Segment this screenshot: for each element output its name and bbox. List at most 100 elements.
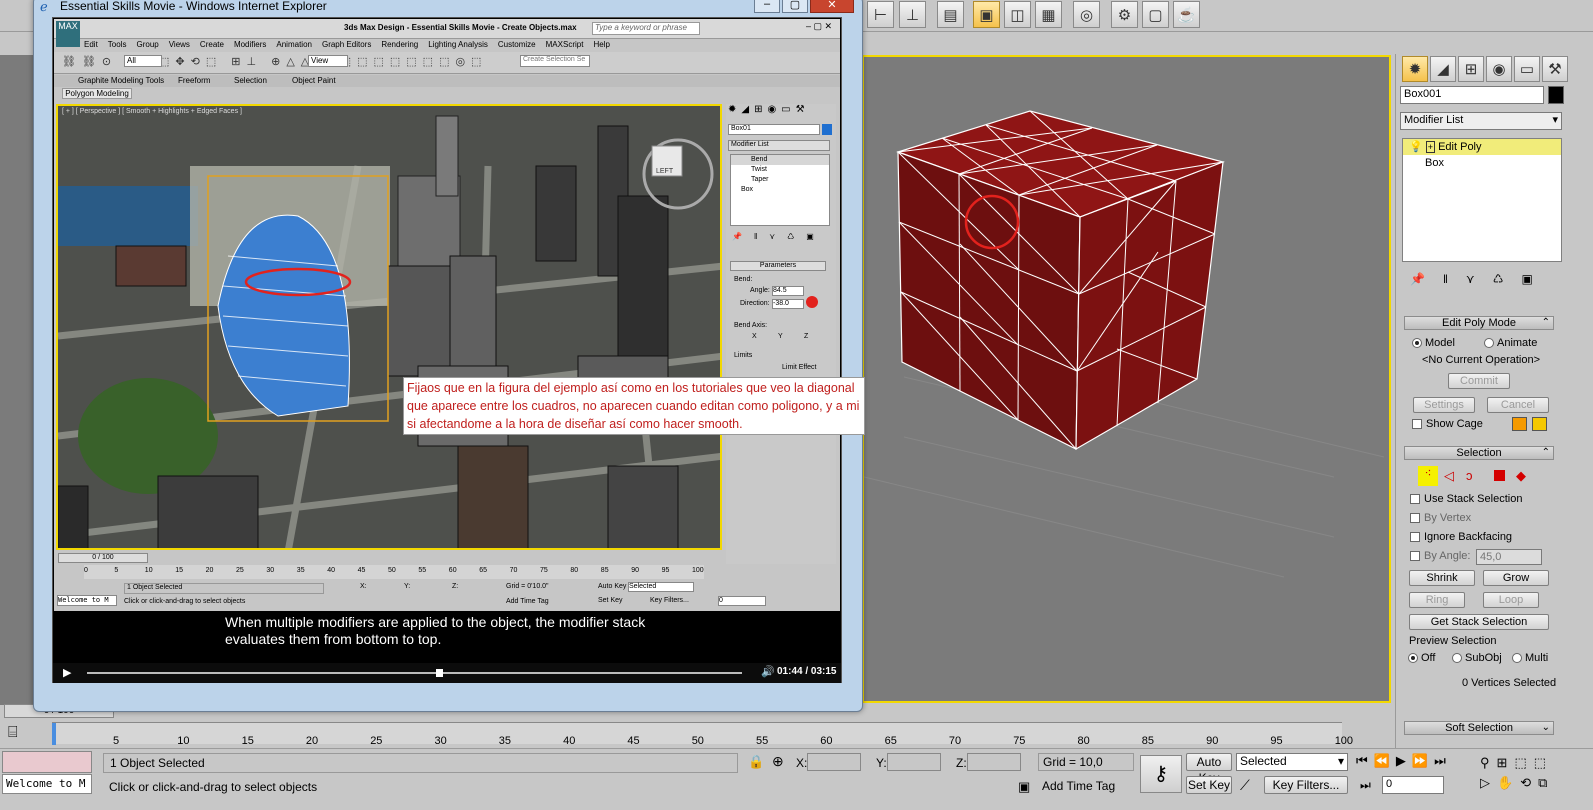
curve-editor-icon[interactable]: ◫ <box>1004 1 1031 28</box>
field-of-view-icon[interactable]: ▷ <box>1480 775 1497 790</box>
align-icon[interactable]: ⊥ <box>899 1 926 28</box>
polygon-level-icon[interactable] <box>1494 470 1505 481</box>
zoom-all-icon[interactable]: ⊞ <box>1497 755 1515 770</box>
auto-key-button[interactable]: Auto Key <box>1186 753 1232 785</box>
video-progress-handle[interactable] <box>436 669 444 677</box>
ie-title-bar[interactable]: ℯ Essential Skills Movie - Windows Inter… <box>34 0 862 17</box>
go-to-end-icon[interactable]: ⏭ <box>1434 753 1452 768</box>
z-coordinate[interactable] <box>967 753 1021 771</box>
off-radio[interactable] <box>1408 653 1418 664</box>
shrink-button[interactable]: Shrink <box>1409 570 1475 586</box>
expand-icon[interactable]: + <box>1425 141 1436 153</box>
maxscript-listener[interactable] <box>2 751 92 773</box>
mirror-icon[interactable]: ⊢ <box>867 1 894 28</box>
lock-icon[interactable]: 🔒 <box>748 754 764 770</box>
by-vertex-checkbox[interactable] <box>1410 513 1420 524</box>
graphite-tools-icon[interactable]: ▣ <box>973 1 1000 28</box>
settings-button[interactable]: Settings <box>1413 397 1475 413</box>
zoom-extents-all-icon[interactable]: ⬚ <box>1534 755 1553 770</box>
create-tab-icon[interactable]: ✹ <box>1402 56 1428 82</box>
soft-selection-rollout[interactable]: Soft Selection ⌄ <box>1404 721 1554 735</box>
set-key-mode-icon[interactable]: ⚷ <box>1140 755 1182 793</box>
y-coordinate[interactable] <box>887 753 941 771</box>
ignore-backfacing-checkbox[interactable] <box>1410 532 1420 543</box>
previous-frame-icon[interactable]: ⏪ <box>1374 753 1396 768</box>
edge-level-icon[interactable]: ◁ <box>1444 468 1454 484</box>
object-name-field[interactable]: Box001 <box>1400 86 1544 104</box>
maximize-viewport-icon[interactable]: ⧉ <box>1538 775 1554 790</box>
border-level-icon[interactable]: ↄ <box>1466 468 1473 483</box>
render-setup-icon[interactable]: ⚙ <box>1111 1 1138 28</box>
rendered-frame-icon[interactable]: ▢ <box>1142 1 1169 28</box>
stack-item-edit-poly[interactable]: 💡 + Edit Poly <box>1403 139 1561 155</box>
light-bulb-icon[interactable]: 💡 <box>1409 141 1423 153</box>
object-color-swatch[interactable] <box>1548 86 1564 104</box>
modifier-stack[interactable]: 💡 + Edit Poly Box <box>1402 138 1562 262</box>
go-to-start-icon[interactable]: ⏮ <box>1356 753 1374 768</box>
animate-radio[interactable] <box>1484 338 1494 349</box>
by-angle[interactable]: By Angle: <box>1410 550 1470 562</box>
play-icon[interactable]: ▶ <box>1396 753 1412 768</box>
utilities-tab-icon[interactable]: ⚒ <box>1542 56 1568 82</box>
by-angle-checkbox[interactable] <box>1410 551 1420 562</box>
by-angle-field[interactable]: 45,0 <box>1476 549 1542 565</box>
orbit-icon[interactable]: ⟲ <box>1520 775 1538 790</box>
material-editor-icon[interactable]: ◎ <box>1073 1 1100 28</box>
cage-color-2[interactable] <box>1532 417 1547 431</box>
key-tangent-icon[interactable]: ⟋ <box>1240 777 1250 794</box>
show-cage-checkbox[interactable] <box>1412 419 1422 430</box>
render-teapot-icon[interactable]: ☕ <box>1173 1 1200 28</box>
set-key-button[interactable]: Set Key <box>1186 776 1232 794</box>
x-coordinate[interactable] <box>807 753 861 771</box>
display-tab-icon[interactable]: ▭ <box>1514 56 1540 82</box>
pan-icon[interactable]: ✋ <box>1497 775 1520 790</box>
zoom-extents-icon[interactable]: ⬚ <box>1514 755 1533 770</box>
time-marker[interactable] <box>52 723 56 745</box>
show-cage[interactable]: Show Cage <box>1412 418 1483 430</box>
preview-off[interactable]: Off <box>1408 652 1435 664</box>
key-mode-toggle-icon[interactable]: ⏭ <box>1360 778 1371 793</box>
dope-sheet-icon[interactable]: ▦ <box>1035 1 1062 28</box>
multi-radio[interactable] <box>1512 653 1522 664</box>
use-stack-selection[interactable]: Use Stack Selection <box>1410 493 1522 505</box>
hierarchy-tab-icon[interactable]: ⊞ <box>1458 56 1484 82</box>
selection-rollout[interactable]: Selection ⌃ <box>1404 446 1554 460</box>
stack-item-box[interactable]: Box <box>1403 155 1561 171</box>
preview-subobj[interactable]: SubObj <box>1452 652 1502 664</box>
by-vertex[interactable]: By Vertex <box>1410 512 1471 524</box>
mode-model[interactable]: Model <box>1412 337 1455 349</box>
current-frame-field[interactable]: 0 <box>1382 776 1444 794</box>
modifier-list-dropdown[interactable]: Modifier List ▾ <box>1400 112 1562 130</box>
ie-maximize-button[interactable]: ▢ <box>782 0 808 13</box>
loop-button[interactable]: Loop <box>1483 592 1539 608</box>
element-level-icon[interactable]: ◆ <box>1516 468 1526 484</box>
cancel-button[interactable]: Cancel <box>1487 397 1549 413</box>
welcome-field[interactable]: Welcome to M <box>2 774 92 794</box>
subobj-radio[interactable] <box>1452 653 1462 664</box>
main-timeline[interactable]: 0 / 100 ⌸ 510152025303540455055606570758… <box>0 704 1393 750</box>
ie-close-button[interactable]: ✕ <box>810 0 854 13</box>
modify-tab-icon[interactable]: ◢ <box>1430 56 1456 82</box>
cage-color-1[interactable] <box>1512 417 1527 431</box>
absolute-mode-icon[interactable]: ⊕ <box>772 753 784 770</box>
get-stack-selection-button[interactable]: Get Stack Selection <box>1409 614 1549 630</box>
mode-animate[interactable]: Animate <box>1484 337 1537 349</box>
video-player[interactable]: MAX 3ds Max Design - Essential Skills Mo… <box>52 17 842 683</box>
motion-tab-icon[interactable]: ◉ <box>1486 56 1512 82</box>
layer-icon[interactable]: ▤ <box>937 1 964 28</box>
curve-toggle-icon[interactable]: ⌸ <box>8 724 18 742</box>
volume-icon[interactable]: 🔊 <box>761 665 775 678</box>
add-time-tag[interactable]: Add Time Tag <box>1038 779 1134 793</box>
ie-window[interactable]: ℯ Essential Skills Movie - Windows Inter… <box>33 0 863 712</box>
grow-button[interactable]: Grow <box>1483 570 1549 586</box>
key-filters-button[interactable]: Key Filters... <box>1264 776 1348 794</box>
zoom-icon[interactable]: ⚲ <box>1480 755 1497 770</box>
model-radio[interactable] <box>1412 338 1422 349</box>
selection-set-dropdown[interactable]: Selected ▾ <box>1236 753 1348 771</box>
ignore-backfacing[interactable]: Ignore Backfacing <box>1410 531 1512 543</box>
perspective-viewport[interactable] <box>862 55 1391 703</box>
vertex-level-icon[interactable]: ⁖ <box>1418 466 1438 486</box>
ie-minimize-button[interactable]: – <box>754 0 780 13</box>
preview-multi[interactable]: Multi <box>1512 652 1548 664</box>
next-frame-icon[interactable]: ⏩ <box>1412 753 1434 768</box>
